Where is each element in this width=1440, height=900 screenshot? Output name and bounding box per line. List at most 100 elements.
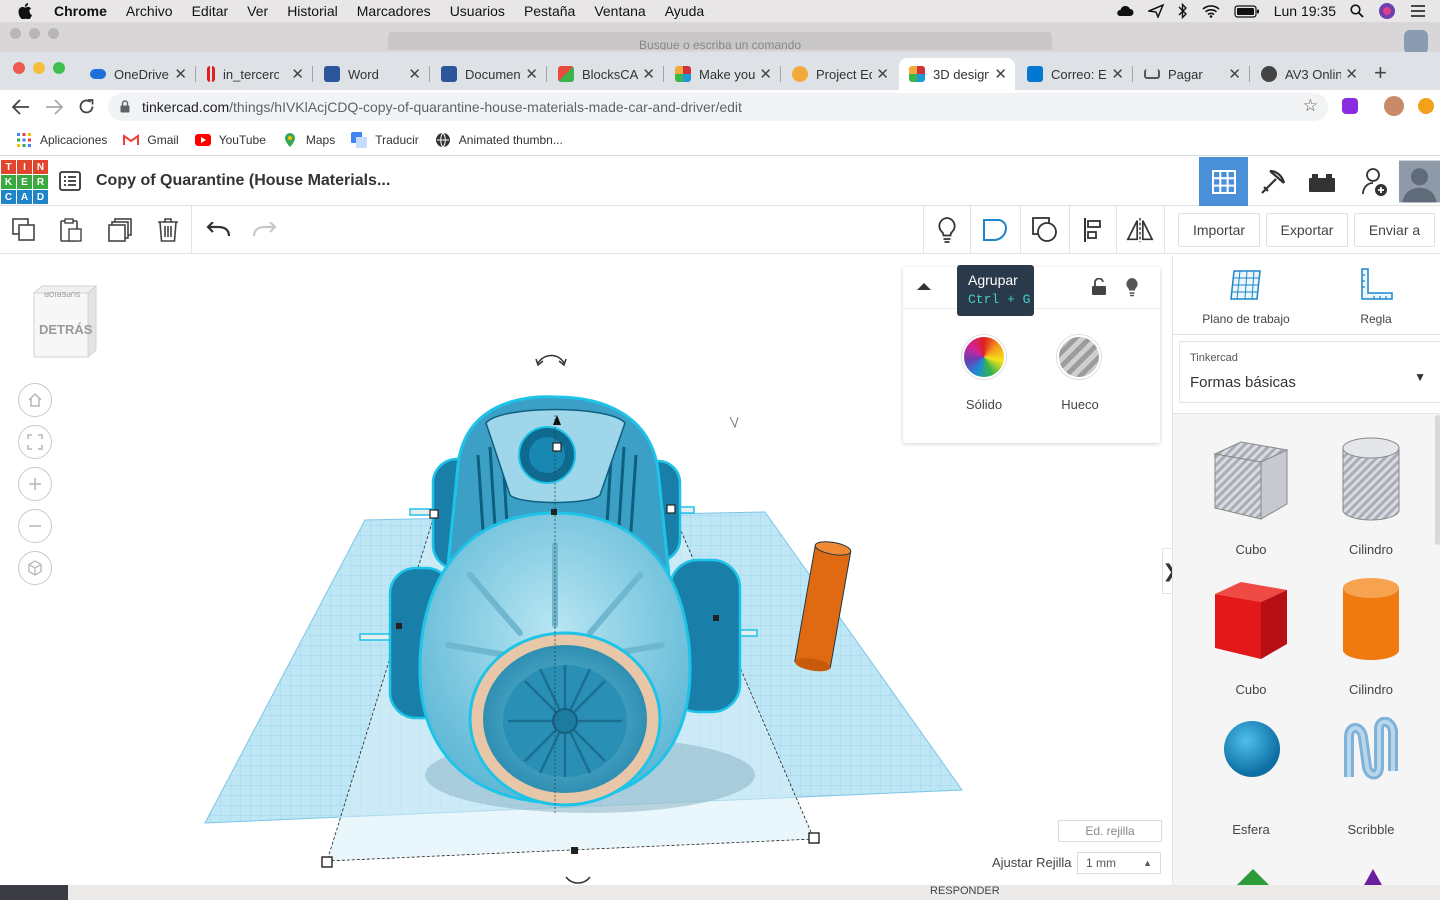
bookmark-traducir[interactable]: Traducir xyxy=(351,131,419,148)
import-button[interactable]: Importar xyxy=(1178,213,1260,247)
align-button[interactable] xyxy=(1080,216,1108,244)
apple-icon[interactable] xyxy=(18,0,38,22)
delete-button[interactable] xyxy=(154,216,182,244)
url-text[interactable]: tinkercad.com/things/hIVKlAcjCDQ-copy-of… xyxy=(142,99,742,115)
bookmark-aplicaciones[interactable]: Aplicaciones xyxy=(16,132,107,148)
spotlight-search-icon[interactable] xyxy=(1350,4,1364,18)
menu-ayuda[interactable]: Ayuda xyxy=(665,3,704,19)
user-avatar[interactable] xyxy=(1399,157,1440,206)
close-tab-icon[interactable]: ✕ xyxy=(876,65,889,83)
snap-grid-select[interactable]: 1 mm ▲ xyxy=(1077,852,1161,874)
edit-grid-button[interactable]: Ed. rejilla xyxy=(1058,820,1162,842)
menu-clock[interactable]: Lun 19:35 xyxy=(1274,3,1336,19)
ungroup-button[interactable] xyxy=(1031,216,1059,244)
menu-app-name[interactable]: Chrome xyxy=(54,3,107,19)
menu-editar[interactable]: Editar xyxy=(192,3,229,19)
profile-avatar[interactable] xyxy=(1384,96,1404,116)
bricks-view-button[interactable] xyxy=(1297,157,1346,206)
new-tab-button[interactable]: + xyxy=(1374,60,1387,86)
siri-icon[interactable] xyxy=(1378,2,1396,20)
browser-tab[interactable]: in_tercero ✕ xyxy=(197,58,313,90)
workplane-tool[interactable]: Plano de trabajo xyxy=(1193,267,1299,326)
design-title[interactable]: Copy of Quarantine (House Materials... xyxy=(96,172,390,190)
blocks-view-button[interactable] xyxy=(1248,157,1297,206)
menu-ver[interactable]: Ver xyxy=(247,3,268,19)
browser-tab[interactable]: BlocksCAD ✕ xyxy=(548,58,664,90)
bookmark-maps[interactable]: Maps xyxy=(282,132,335,148)
close-tab-icon[interactable]: ✕ xyxy=(408,65,421,83)
collapse-arrow-icon[interactable] xyxy=(916,281,932,291)
bluetooth-icon[interactable] xyxy=(1178,3,1188,19)
browser-tab[interactable]: Project Ed ✕ xyxy=(782,58,897,90)
menu-pestana[interactable]: Pestaña xyxy=(524,3,575,19)
bookmark-youtube[interactable]: YouTube xyxy=(194,132,266,148)
notification-icon[interactable] xyxy=(1418,98,1434,114)
bookmark-star-icon[interactable]: ☆ xyxy=(1303,96,1318,116)
shape-hole-cube[interactable]: Cubo xyxy=(1191,429,1311,559)
shape-hole-cylinder[interactable]: Cilindro xyxy=(1311,429,1431,559)
undo-button[interactable] xyxy=(204,216,232,244)
close-tab-icon[interactable]: ✕ xyxy=(1228,65,1241,83)
hole-button[interactable] xyxy=(1057,335,1101,379)
close-tab-icon[interactable]: ✕ xyxy=(174,65,187,83)
menu-ventana[interactable]: Ventana xyxy=(594,3,645,19)
tinkercad-logo[interactable]: T I N K E R C A D xyxy=(1,160,48,204)
browser-tab[interactable]: AV3 Onlin ✕ xyxy=(1251,58,1366,90)
reload-icon[interactable] xyxy=(78,98,95,115)
browser-tab-active[interactable]: 3D design ✕ xyxy=(899,58,1015,90)
extension-icon[interactable] xyxy=(1342,98,1358,114)
redo-button[interactable] xyxy=(251,216,279,244)
invite-user-button[interactable] xyxy=(1350,157,1399,206)
close-tab-icon[interactable]: ✕ xyxy=(994,65,1007,83)
browser-tab[interactable]: Make your ✕ xyxy=(665,58,781,90)
shape-cylinder[interactable]: Cilindro xyxy=(1311,569,1431,699)
shape-scribble[interactable]: Scribble xyxy=(1311,709,1431,839)
copy-button[interactable] xyxy=(10,216,38,244)
close-tab-icon[interactable]: ✕ xyxy=(642,65,655,83)
export-button[interactable]: Exportar xyxy=(1266,213,1348,247)
wifi-icon[interactable] xyxy=(1202,4,1220,18)
menu-usuarios[interactable]: Usuarios xyxy=(450,3,505,19)
address-bar[interactable]: tinkercad.com/things/hIVKlAcjCDQ-copy-of… xyxy=(108,93,1328,121)
close-tab-icon[interactable]: ✕ xyxy=(525,65,538,83)
close-tab-icon[interactable]: ✕ xyxy=(291,65,304,83)
paste-button[interactable] xyxy=(57,216,85,244)
lightbulb-icon[interactable] xyxy=(1124,277,1140,297)
ruler-tool[interactable]: Regla xyxy=(1343,267,1409,326)
notes-button[interactable] xyxy=(933,216,961,244)
back-arrow-icon[interactable] xyxy=(12,99,30,115)
maximize-window-button[interactable] xyxy=(53,62,65,74)
view-3d-design-button[interactable] xyxy=(1199,157,1248,206)
bookmark-gmail[interactable]: Gmail xyxy=(123,132,179,148)
browser-tab[interactable]: Pagar ✕ xyxy=(1134,58,1250,90)
shape-roof-partial[interactable] xyxy=(1363,869,1383,885)
browser-tab[interactable]: OneDrive ✕ xyxy=(80,58,196,90)
group-button[interactable] xyxy=(981,216,1009,244)
design-list-icon[interactable] xyxy=(59,171,81,191)
browser-tab[interactable]: Word ✕ xyxy=(314,58,430,90)
shape-library-select[interactable]: Tinkercad Formas básicas ▼ xyxy=(1179,341,1440,403)
lock-icon[interactable] xyxy=(120,100,130,113)
shape-pyramid-partial[interactable] xyxy=(1235,869,1271,885)
rotate-handle-icon[interactable] xyxy=(565,876,591,884)
close-window-button[interactable] xyxy=(13,62,25,74)
shape-sphere[interactable]: Esfera xyxy=(1191,709,1311,839)
mirror-button[interactable] xyxy=(1126,216,1154,244)
shape-cube[interactable]: Cubo xyxy=(1191,569,1311,699)
close-tab-icon[interactable]: ✕ xyxy=(1345,65,1358,83)
close-tab-icon[interactable]: ✕ xyxy=(1111,65,1124,83)
cloud-icon[interactable] xyxy=(1116,5,1134,17)
panel-scrollbar[interactable] xyxy=(1435,415,1440,545)
duplicate-button[interactable] xyxy=(106,216,134,244)
unlock-icon[interactable] xyxy=(1091,278,1107,296)
forward-arrow-icon[interactable] xyxy=(45,99,63,115)
bookmark-animated-thumbnails[interactable]: Animated thumbn... xyxy=(435,132,563,148)
send-to-button[interactable]: Enviar a xyxy=(1354,213,1435,247)
browser-tab[interactable]: Documento ✕ xyxy=(431,58,547,90)
battery-icon[interactable] xyxy=(1234,4,1260,18)
browser-tab[interactable]: Correo: E ✕ xyxy=(1017,58,1133,90)
close-tab-icon[interactable]: ✕ xyxy=(759,65,772,83)
control-center-icon[interactable] xyxy=(1410,5,1426,17)
solid-color-button[interactable] xyxy=(962,335,1006,379)
send-icon[interactable] xyxy=(1147,4,1164,18)
